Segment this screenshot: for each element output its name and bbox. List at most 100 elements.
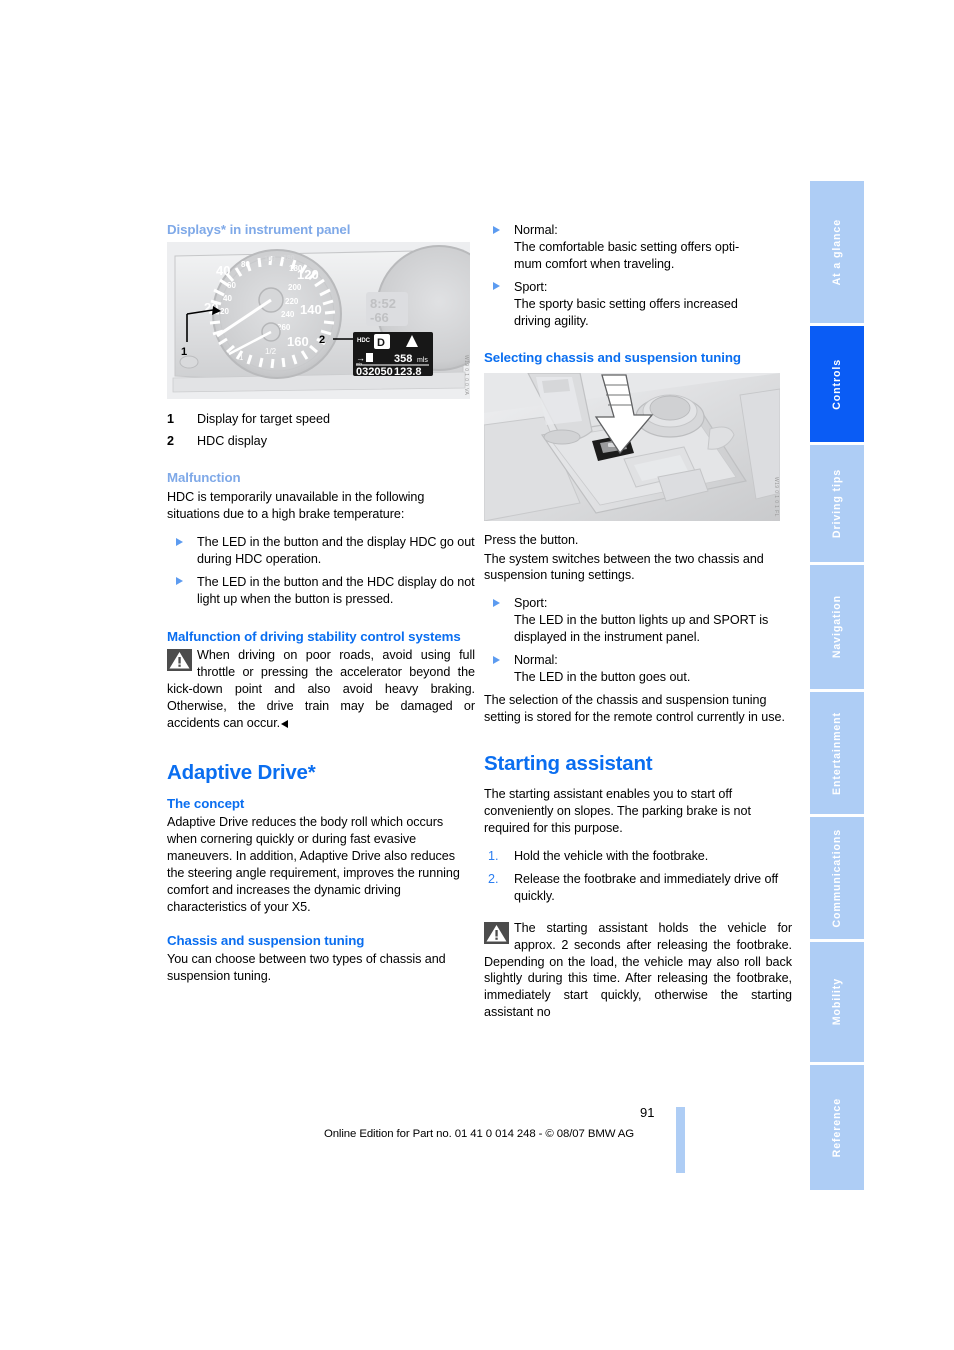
svg-text:140: 140	[300, 302, 322, 317]
svg-text:100: 100	[264, 256, 276, 263]
center-console-figure: W19 0 1 0 1 FL	[484, 372, 780, 521]
svg-text:200: 200	[288, 283, 302, 292]
tab-entertainment[interactable]: Entertainment	[810, 692, 864, 814]
bullet-text: The LED in the button and the HDC displa…	[197, 574, 475, 606]
starting-step-1: 1. Hold the vehicle with the footbrake.	[484, 848, 792, 865]
concept-heading: The concept	[167, 796, 245, 811]
legend-text: Display for target speed	[197, 412, 331, 427]
svg-text:180: 180	[283, 255, 295, 262]
svg-text:1: 1	[181, 346, 187, 358]
section-end-marker-icon	[281, 719, 289, 728]
malfunction-bullet-2: The LED in the button and the HDC displa…	[167, 574, 475, 608]
figure-code-cluster: W19 0 1 0 0 VA	[463, 354, 469, 396]
tab-label: Mobility	[831, 978, 843, 1026]
tab-controls[interactable]: Controls	[810, 326, 864, 442]
svg-text:240: 240	[281, 310, 295, 319]
selecting-tuning-heading: Selecting chassis and suspension tuning	[484, 350, 741, 366]
assistant-note-text: The starting assistant holds the vehicle…	[484, 920, 792, 1020]
instrument-cluster-graphic: 40 20 120 140 160 80 60 40 20 100 180 18…	[167, 242, 470, 400]
svg-text:D: D	[377, 337, 385, 349]
svg-text:123.8: 123.8	[394, 366, 422, 378]
svg-text:40: 40	[216, 263, 230, 278]
chassis-tuning-text: You can choose between two types of chas…	[167, 951, 446, 983]
bullet-text-line-2: driving agility.	[514, 313, 589, 328]
svg-text:2: 2	[319, 334, 325, 346]
instrument-cluster-figure: 40 20 120 140 160 80 60 40 20 100 180 18…	[167, 242, 470, 400]
svg-text:160: 160	[287, 334, 309, 349]
step-text: Release the footbrake and immediately dr…	[514, 871, 779, 903]
left-column: Displays* in instrument panel 40 20 120 …	[167, 222, 475, 987]
svg-text:220: 220	[285, 297, 299, 306]
press-button-detail: The system switches between the two chas…	[484, 551, 764, 583]
right-column: Normal: The comfortable basic setting of…	[484, 222, 792, 1021]
svg-text:032050: 032050	[356, 366, 393, 378]
bullet-text-line-2: mum comfort when traveling.	[514, 256, 675, 271]
tab-label: Driving tips	[831, 468, 843, 539]
step-text: Hold the vehicle with the footbrake.	[514, 849, 709, 863]
triangle-bullet-icon	[176, 577, 183, 586]
starting-assistant-heading: Starting assistant	[484, 751, 653, 775]
center-console-graphic	[484, 372, 780, 521]
starting-assistant-intro: The starting assistant enables you to st…	[484, 787, 751, 836]
bullet-text: The LED in the button lights up and SPOR…	[514, 613, 769, 645]
triangle-bullet-icon	[493, 655, 500, 664]
manual-page: Displays* in instrument panel 40 20 120 …	[0, 0, 954, 1350]
stability-heading: Malfunction of driving stability control…	[167, 628, 461, 644]
tab-reference[interactable]: Reference	[810, 1065, 864, 1190]
footer-edition-text: Online Edition for Part no. 01 41 0 014 …	[323, 1128, 635, 1140]
tuning-bullet-sport: Sport: The sporty basic setting offers i…	[484, 279, 792, 330]
svg-text:60: 60	[227, 281, 236, 290]
tab-mobility[interactable]: Mobility	[810, 942, 864, 1062]
tab-driving-tips[interactable]: Driving tips	[810, 445, 864, 562]
bullet-text: The LED in the button and the display HD…	[197, 535, 475, 566]
svg-text:-66: -66	[370, 310, 389, 325]
step-number: 2.	[488, 871, 499, 886]
svg-text:180: 180	[289, 264, 303, 273]
legend-text: HDC display	[197, 434, 267, 449]
legend-number: 1	[167, 412, 175, 427]
malfunction-bullet-1: The LED in the button and the display HD…	[167, 534, 475, 568]
tab-communications[interactable]: Communications	[810, 817, 864, 939]
bullet-label: Sport:	[514, 596, 548, 611]
stability-note-text: When driving on poor roads, avoid using …	[167, 647, 475, 730]
figure-code-console: W19 0 1 0 1 FL	[773, 476, 779, 517]
bullet-label: Normal:	[514, 653, 558, 668]
tab-label: Navigation	[831, 595, 843, 659]
thumb-index-rail: At a glance Controls Driving tips Naviga…	[810, 181, 864, 1193]
footer-accent-bar	[676, 1107, 685, 1173]
svg-text:HDC: HDC	[357, 338, 371, 344]
malfunction-intro: HDC is temporarily unavailable in the fo…	[167, 490, 425, 522]
tab-label: Communications	[831, 828, 843, 928]
svg-text:mls: mls	[417, 357, 428, 364]
tab-label: At a glance	[831, 218, 843, 286]
svg-text:8:52: 8:52	[370, 296, 396, 311]
legend-item-2: 2 HDC display	[167, 433, 475, 450]
svg-text:358: 358	[394, 353, 412, 365]
legend-number: 2	[167, 434, 175, 449]
tuning-bullet-normal: Normal: The comfortable basic setting of…	[484, 222, 792, 273]
tab-navigation[interactable]: Navigation	[810, 565, 864, 689]
starting-assistant-warning-note: The starting assistant holds the vehicle…	[484, 920, 792, 1021]
bullet-text: The LED in the button goes out.	[514, 670, 691, 684]
tab-label: Reference	[831, 1097, 843, 1158]
page-number: 91	[640, 1105, 655, 1120]
triangle-bullet-icon	[176, 537, 183, 546]
malfunction-heading: Malfunction	[167, 470, 241, 486]
triangle-bullet-icon	[493, 225, 500, 234]
concept-text: Adaptive Drive reduces the body roll whi…	[167, 815, 460, 914]
svg-text:1/2: 1/2	[265, 347, 277, 356]
svg-text:80: 80	[241, 260, 250, 269]
adaptive-drive-heading: Adaptive Drive*	[167, 761, 316, 785]
tab-at-a-glance[interactable]: At a glance	[810, 181, 864, 323]
svg-text:1: 1	[239, 353, 244, 362]
displays-heading: Displays* in instrument panel	[167, 222, 351, 237]
